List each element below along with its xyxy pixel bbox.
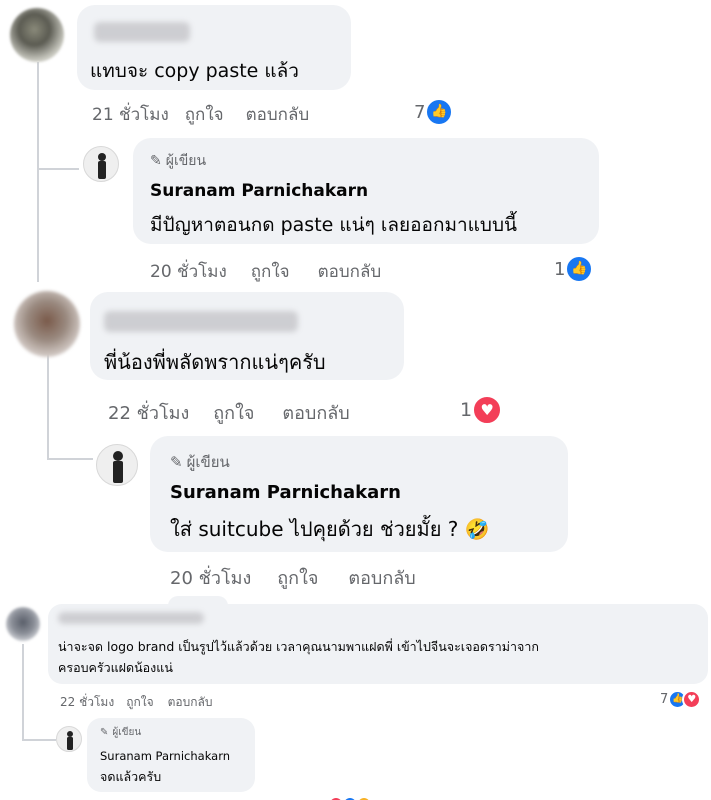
reply-link[interactable]: ตอบกลับ xyxy=(246,101,310,128)
comment-meta: 22 ชั่วโมง ถูกใจ ตอบกลับ xyxy=(108,398,350,427)
reaction-count[interactable]: 7 👍 ♥ xyxy=(660,690,702,709)
author-badge: ✎ ผู้เขียน xyxy=(100,725,141,740)
avatar[interactable] xyxy=(6,607,40,641)
reaction-count[interactable]: 7 👍 xyxy=(414,98,454,126)
thread-line xyxy=(22,644,24,740)
reply-meta: 20 ชั่วโมง ถูกใจ ตอบกลับ xyxy=(170,563,416,592)
avatar[interactable] xyxy=(14,291,80,357)
author-badge-label: ผู้เขียน xyxy=(112,727,142,738)
reply-link[interactable]: ตอบกลับ xyxy=(318,258,382,285)
pencil-icon: ✎ xyxy=(170,453,183,471)
reaction-number: 1 xyxy=(554,258,566,280)
comment-meta: 22 ชั่วโมง ถูกใจ ตอบกลับ xyxy=(60,693,212,712)
pencil-icon: ✎ xyxy=(100,727,109,738)
blurred-commenter-name xyxy=(104,311,298,332)
reaction-number: 7 xyxy=(414,101,426,123)
reply-link[interactable]: ตอบกลับ xyxy=(348,563,415,592)
like-link[interactable]: ถูกใจ xyxy=(185,101,224,128)
author-badge-label: ผู้เขียน xyxy=(165,153,207,169)
thread-line xyxy=(37,62,39,282)
blurred-commenter-name xyxy=(94,22,190,42)
reaction-number: 7 xyxy=(660,692,669,707)
author-badge: ✎ ผู้เขียน xyxy=(170,450,230,474)
author-avatar[interactable] xyxy=(83,146,119,182)
love-icon: ♥ xyxy=(472,395,503,425)
author-name[interactable]: Suranam Parnichakarn xyxy=(150,181,368,201)
timestamp[interactable]: 22 ชั่วโมง xyxy=(60,693,114,712)
author-badge: ✎ ผู้เขียน xyxy=(150,150,206,172)
comment-text: แทบจะ copy paste แล้ว xyxy=(90,60,299,82)
thread-line xyxy=(47,350,49,460)
author-badge-label: ผู้เขียน xyxy=(186,453,230,471)
avatar[interactable] xyxy=(10,8,64,62)
blurred-commenter-name xyxy=(58,612,204,624)
timestamp[interactable]: 20 ชั่วโมง xyxy=(170,563,251,592)
reply-link[interactable]: ตอบกลับ xyxy=(282,398,349,427)
timestamp[interactable]: 22 ชั่วโมง xyxy=(108,398,189,427)
like-icon: 👍 xyxy=(565,255,594,283)
author-name[interactable]: Suranam Parnichakarn xyxy=(170,482,401,503)
reply-text: ใส่ suitcube ไปคุยด้วย ช่วยมั้ย ? 🤣 xyxy=(170,517,490,541)
partial-reaction-icons xyxy=(330,795,380,800)
reply-connector xyxy=(37,168,79,170)
comment-text-line-1: น่าจะจด logo brand เป็นรูปไว้แล้วด้วย เว… xyxy=(58,639,539,654)
reply-link[interactable]: ตอบกลับ xyxy=(168,693,213,712)
like-link[interactable]: ถูกใจ xyxy=(277,563,318,592)
author-name[interactable]: Suranam Parnichakarn xyxy=(100,749,230,763)
author-avatar[interactable] xyxy=(56,726,82,752)
reaction-count[interactable]: 1 ♥ xyxy=(460,395,503,425)
timestamp[interactable]: 21 ชั่วโมง xyxy=(92,101,169,128)
like-link[interactable]: ถูกใจ xyxy=(126,693,153,712)
reaction-number: 1 xyxy=(460,399,473,421)
reply-text: มีปัญหาตอนกด paste แน่ๆ เลยออกมาแบบนี้ xyxy=(150,214,517,236)
like-icon: 👍 xyxy=(425,98,454,126)
reply-connector xyxy=(22,739,56,741)
like-link[interactable]: ถูกใจ xyxy=(251,258,290,285)
reply-text: จดแล้วครับ xyxy=(100,769,162,784)
author-avatar[interactable] xyxy=(96,444,138,486)
reply-connector xyxy=(47,458,93,460)
like-link[interactable]: ถูกใจ xyxy=(213,398,254,427)
love-icon: ♥ xyxy=(682,690,702,709)
timestamp[interactable]: 20 ชั่วโมง xyxy=(150,258,227,285)
pencil-icon: ✎ xyxy=(150,153,162,169)
comment-text: พี่น้องพี่พลัดพรากแน่ๆครับ xyxy=(104,350,326,374)
reaction-count[interactable]: 1 👍 xyxy=(554,255,594,283)
comment-text-line-2: ครอบครัวแฝดน้องแน่ xyxy=(58,660,173,675)
comment-meta: 21 ชั่วโมง ถูกใจ ตอบกลับ xyxy=(92,101,309,128)
reply-meta: 20 ชั่วโมง ถูกใจ ตอบกลับ xyxy=(150,258,381,285)
